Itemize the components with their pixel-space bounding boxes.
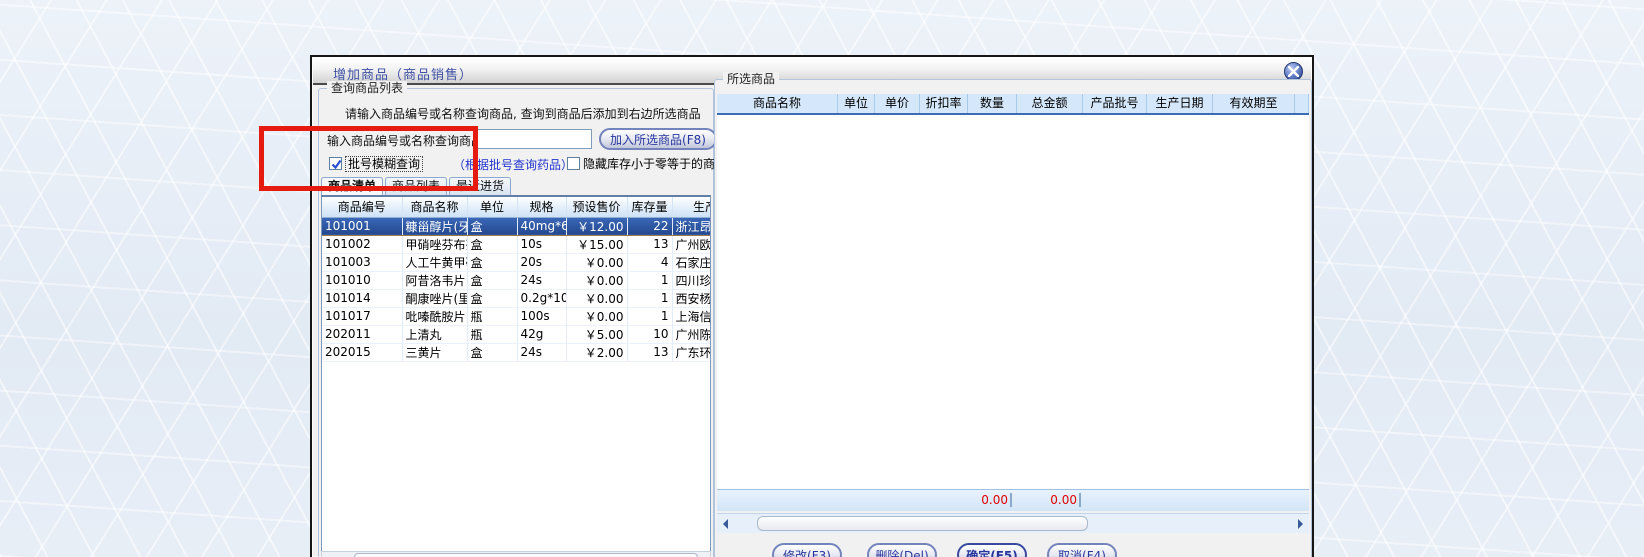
product-grid: 商品编号 商品名称 单位 规格 预设售价 库存量 生产厂商 101001糠甾醇片…: [321, 195, 711, 557]
totals-row: 0.00 0.00: [717, 489, 1309, 511]
batch-fuzzy-checkbox[interactable]: [329, 157, 342, 170]
delete-button[interactable]: 删除(Del): [867, 543, 937, 557]
tab-recent-purchase[interactable]: 最近进货: [449, 177, 511, 195]
sel-col-production-date[interactable]: 生产日期: [1147, 94, 1213, 113]
selected-grid-header: 商品名称 单位 单价 折扣率 数量 总金额 产品批号 生产日期 有效期至: [717, 94, 1309, 115]
sel-col-unit[interactable]: 单位: [838, 94, 875, 113]
hide-zero-stock-checkbox[interactable]: [567, 157, 580, 170]
col-header-preset-price[interactable]: 预设售价: [566, 197, 627, 217]
table-row[interactable]: 101003人工牛黄甲硝 盒20s ￥0.004 石家庄制药: [322, 253, 711, 271]
search-label: 输入商品编号或名称查询商品:: [327, 132, 487, 149]
sel-col-quantity[interactable]: 数量: [968, 94, 1017, 113]
table-row[interactable]: 101002甲硝唑芬布芬 盒10s ￥15.0013 广州欧化药: [322, 235, 711, 253]
scroll-left-icon[interactable]: [723, 519, 728, 529]
sel-col-spacer: [1295, 94, 1309, 113]
scrollbar-thumb[interactable]: [757, 516, 1088, 531]
table-row[interactable]: 101017吡嗪酰胺片 瓶100s ￥0.001 上海信谊药: [322, 307, 711, 325]
cancel-button[interactable]: 取消(F4): [1047, 543, 1117, 557]
table-row[interactable]: 202015三黄片 盒24s ￥2.0013 广东环球制: [322, 343, 711, 361]
col-header-product-code[interactable]: 商品编号: [322, 197, 402, 217]
tab-product-list2[interactable]: 商品列表: [385, 177, 447, 195]
table-row[interactable]: 101010阿昔洛韦片 盒24s ￥0.001 四川珍珠制: [322, 271, 711, 289]
col-header-unit[interactable]: 单位: [467, 197, 517, 217]
dialog-buttons: 修改(F3) 删除(Del) 确定(F5) 取消(F4): [714, 543, 1312, 557]
selected-products-panel: 所选商品 商品名称 单位 单价 折扣率 数量 总金额 产品批号 生产日期 有效期…: [714, 79, 1312, 557]
confirm-button[interactable]: 确定(F5): [957, 543, 1027, 557]
scroll-right-icon[interactable]: [1298, 519, 1303, 529]
selected-grid-hscrollbar[interactable]: [717, 513, 1309, 533]
sel-col-discount[interactable]: 折扣率: [920, 94, 968, 113]
product-tabs: 商品清单商品列表最近进货: [321, 177, 513, 195]
add-product-dialog: 增加商品（商品销售） 查询商品列表 请输入商品编号或名称查询商品, 查询到商品后…: [310, 55, 1314, 557]
sel-col-total-amount[interactable]: 总金额: [1017, 94, 1083, 113]
sel-col-batch-no[interactable]: 产品批号: [1083, 94, 1147, 113]
col-header-manufacturer[interactable]: 生产厂商: [672, 197, 711, 217]
col-header-product-name[interactable]: 商品名称: [402, 197, 467, 217]
sel-col-product-name[interactable]: 商品名称: [717, 94, 838, 113]
tab-product-list1[interactable]: 商品清单: [321, 177, 383, 195]
amount-total: 0.00: [1015, 493, 1081, 507]
table-row[interactable]: 101014酮康唑片(里 盒0.2g*10s ￥0.001 西安杨森制: [322, 289, 711, 307]
add-selected-product-button[interactable]: 加入所选商品(F8): [599, 128, 717, 150]
query-product-panel: 查询商品列表 请输入商品编号或名称查询商品, 查询到商品后添加到右边所选商品 输…: [318, 88, 714, 557]
hide-zero-stock-checkbox-label: 隐藏库存小于零等于的商品: [583, 157, 727, 171]
selected-panel-label: 所选商品: [723, 72, 779, 86]
search-input[interactable]: [476, 129, 592, 149]
col-header-stock[interactable]: 库存量: [627, 197, 672, 217]
instruction-text: 请输入商品编号或名称查询商品, 查询到商品后添加到右边所选商品: [345, 105, 705, 122]
grid-header-row: 商品编号 商品名称 单位 规格 预设售价 库存量 生产厂商: [322, 197, 711, 217]
quantity-total: 0.00: [945, 493, 1012, 507]
col-header-spec[interactable]: 规格: [517, 197, 566, 217]
modify-button[interactable]: 修改(F3): [772, 543, 842, 557]
left-grid-hscrollbar[interactable]: [321, 551, 711, 557]
scrollbar-thumb[interactable]: [354, 553, 698, 557]
query-by-batch-link[interactable]: （根据批号查询药品）: [453, 156, 573, 173]
batch-fuzzy-checkbox-label: 批号模糊查询: [346, 157, 422, 171]
table-row[interactable]: 101001糠甾醇片(牙 盒40mg*60s ￥12.0022 浙江昂利康: [322, 217, 711, 235]
selected-grid-body: [717, 115, 1309, 489]
query-panel-label: 查询商品列表: [327, 81, 407, 95]
table-row[interactable]: 202011上清丸 瓶42g ￥5.0010 广州陈李济: [322, 325, 711, 343]
sel-col-unit-price[interactable]: 单价: [875, 94, 920, 113]
sel-col-expiry-date[interactable]: 有效期至: [1213, 94, 1295, 113]
